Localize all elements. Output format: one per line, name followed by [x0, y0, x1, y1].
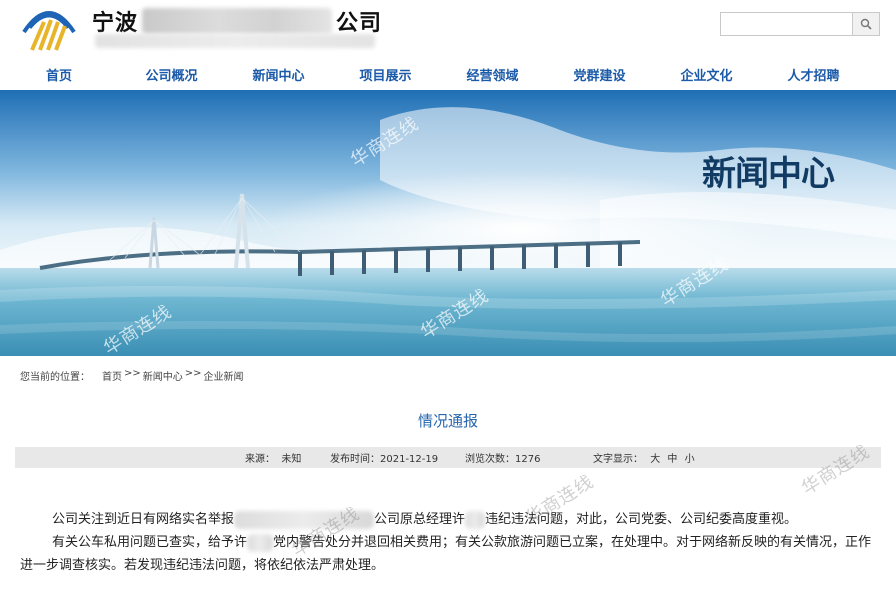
breadcrumb-separator: >> — [184, 368, 202, 379]
page: 宁波 公司 首页 公司概况 新闻中心 项目展示 经营领域 党群建设 企业文化 人… — [0, 0, 896, 609]
redacted-text — [247, 533, 274, 552]
nav-item-corporate-culture[interactable]: 企业文化 — [653, 58, 760, 90]
main-nav: 首页 公司概况 新闻中心 项目展示 经营领域 党群建设 企业文化 人才招聘 — [0, 58, 896, 90]
source-label: 来源： — [245, 454, 275, 465]
company-logo[interactable] — [20, 2, 78, 52]
paragraph-text: 公司原总经理许 — [374, 512, 466, 527]
search-input[interactable] — [721, 13, 852, 35]
breadcrumb-separator: >> — [124, 368, 141, 379]
article-paragraph: 公司关注到近日有网络实名举报 公司原总经理许 违纪违法问题，对此，公司党委、公司纪委… — [20, 508, 880, 531]
article-meta-bar: 来源： 未知 发布时间：2021-12-19 浏览次数：1276 文字显示： 大… — [15, 447, 881, 468]
source-meta: 来源： 未知 — [245, 450, 301, 465]
nav-item-projects[interactable]: 项目展示 — [332, 58, 439, 90]
company-name: 宁波 公司 — [92, 6, 382, 36]
views-label: 浏览次数： — [465, 454, 515, 465]
nav-item-home[interactable]: 首页 — [0, 58, 118, 90]
redacted-company-subtitle — [95, 34, 375, 48]
company-name-start: 宁波 — [92, 11, 139, 36]
source-value: 未知 — [281, 454, 302, 465]
date-value: 2021-12-19 — [380, 454, 439, 465]
views-meta: 浏览次数：1276 — [465, 450, 540, 465]
article-title: 情况通报 — [417, 412, 478, 430]
font-size-small-link[interactable]: 小 — [685, 454, 695, 465]
search-box — [720, 12, 880, 36]
banner: 新闻中心 华商连线 华商连线 华商连线 华商连线 — [0, 90, 896, 356]
breadcrumb-company-news[interactable]: 企业新闻 — [204, 368, 244, 383]
banner-title: 新闻中心 — [702, 154, 835, 194]
nav-item-business-areas[interactable]: 经营领域 — [439, 58, 546, 90]
font-size-meta: 文字显示： 大 中 小 — [593, 450, 695, 465]
site-header: 宁波 公司 — [0, 0, 896, 58]
date-meta: 发布时间：2021-12-19 — [330, 450, 438, 465]
nav-item-company-overview[interactable]: 公司概况 — [118, 58, 225, 90]
bridge-sea-illustration — [0, 90, 896, 356]
nav-item-party-building[interactable]: 党群建设 — [546, 58, 653, 90]
magnifier-icon — [860, 18, 872, 30]
breadcrumb-prefix: 您当前的位置： — [20, 372, 90, 383]
font-size-medium-link[interactable]: 中 — [667, 454, 677, 465]
breadcrumb-news-center[interactable]: 新闻中心 — [143, 368, 183, 383]
date-label: 发布时间： — [330, 454, 380, 465]
redacted-text — [234, 510, 375, 529]
nav-item-recruitment[interactable]: 人才招聘 — [760, 58, 867, 90]
article-body: 公司关注到近日有网络实名举报 公司原总经理许 违纪违法问题，对此，公司党委、公司纪委… — [20, 508, 880, 577]
font-size-label: 文字显示： — [593, 454, 643, 465]
company-name-end: 公司 — [336, 11, 383, 36]
breadcrumb-home[interactable]: 首页 — [102, 368, 122, 383]
breadcrumb: 您当前的位置： 首页 >> 新闻中心 >> 企业新闻 — [20, 368, 244, 383]
article-paragraph: 有关公车私用问题已查实，给予许 党内警告处分并退回相关费用；有关公款旅游问题已立案… — [20, 531, 880, 577]
redacted-text — [465, 510, 486, 529]
font-size-large-link[interactable]: 大 — [650, 454, 660, 465]
views-value: 1276 — [515, 454, 541, 465]
redacted-company-name — [142, 8, 333, 34]
paragraph-text: 公司关注到近日有网络实名举报 — [52, 512, 235, 527]
search-button[interactable] — [852, 13, 879, 35]
paragraph-text: 违纪违法问题，对此，公司党委、公司纪委高度重视。 — [485, 512, 798, 527]
nav-item-news-center[interactable]: 新闻中心 — [225, 58, 332, 90]
paragraph-text: 有关公车私用问题已查实，给予许 — [52, 535, 248, 550]
